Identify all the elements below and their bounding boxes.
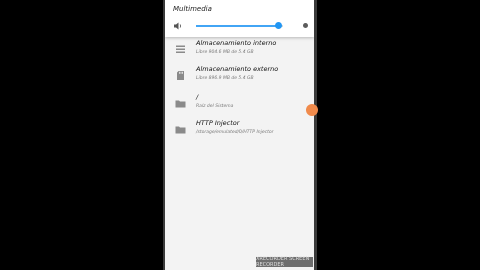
list-item-http-injector[interactable]: HTTP Injector /storage/emulated/0/HTTP I… <box>165 119 314 145</box>
item-title: Almacenamiento externo <box>196 65 279 73</box>
folder-icon <box>175 126 186 134</box>
list-item-internal-storage[interactable]: Almacenamiento interno Libre 904.6 MB de… <box>165 39 314 65</box>
speaker-icon[interactable] <box>173 21 183 31</box>
volume-slider-fill <box>196 25 279 27</box>
item-title: HTTP Injector <box>196 119 240 127</box>
item-subtitle: Raíz del Sistema <box>196 104 234 109</box>
floating-action-button[interactable] <box>306 104 318 116</box>
sd-card-icon <box>177 71 184 80</box>
volume-title: Multimedia <box>173 5 212 13</box>
item-title: Almacenamiento interno <box>196 39 277 47</box>
volume-slider-thumb[interactable] <box>275 22 283 29</box>
item-subtitle: Libre 896.9 MB de 5.4 GB <box>196 76 254 81</box>
list-item-root[interactable]: / Raíz del Sistema <box>165 93 314 119</box>
item-subtitle: /storage/emulated/0/HTTP Injector <box>196 130 274 135</box>
phone-frame: Multimedia Almacenamiento interno Libre … <box>163 0 317 270</box>
file-manager-screen: Multimedia Almacenamiento interno Libre … <box>165 0 314 270</box>
item-title: / <box>196 93 199 101</box>
folder-icon <box>175 100 186 108</box>
item-subtitle: Libre 904.6 MB de 5.4 GB <box>196 50 254 55</box>
list-item-external-storage[interactable]: Almacenamiento externo Libre 896.9 MB de… <box>165 65 314 91</box>
volume-settings-dot[interactable] <box>303 23 308 28</box>
list-icon <box>176 45 185 53</box>
volume-panel: Multimedia <box>165 0 314 37</box>
volume-slider[interactable] <box>196 22 283 29</box>
recorder-watermark: XRECORDER SCREEN RECORDER <box>256 256 313 268</box>
